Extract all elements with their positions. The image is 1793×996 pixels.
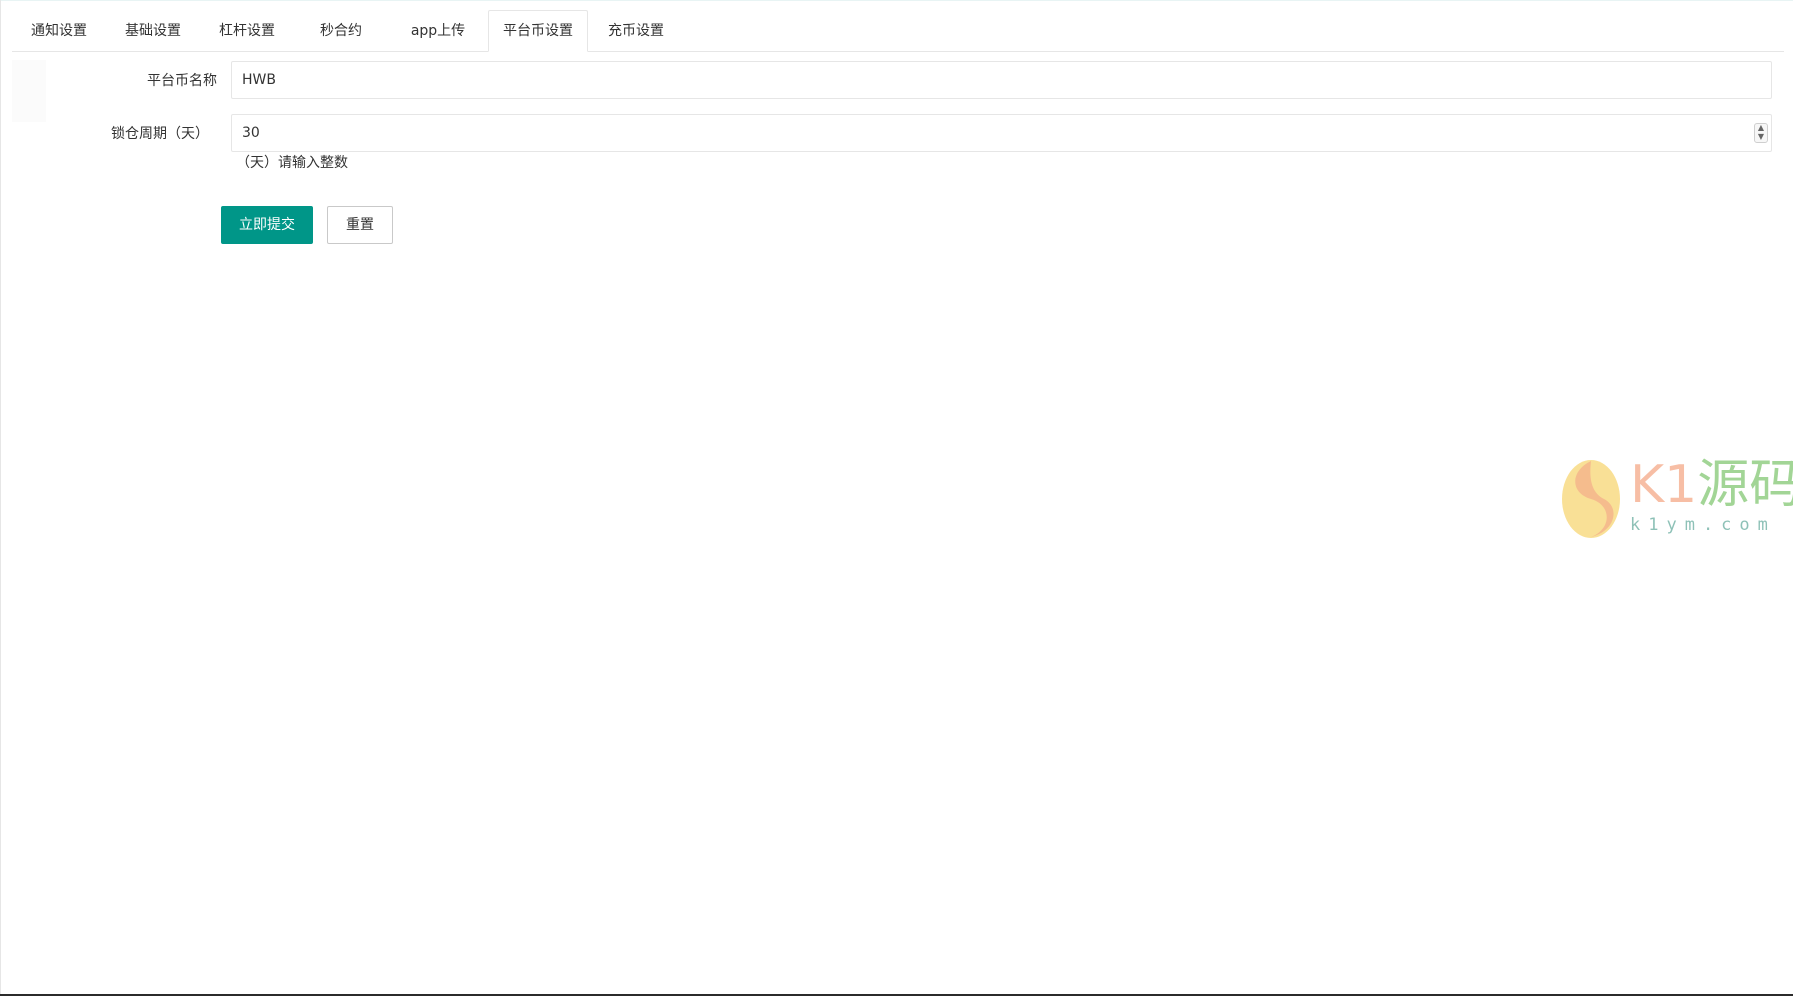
watermark-emblem-icon: [1562, 460, 1620, 538]
tab-leverage-settings[interactable]: 杠杆设置: [200, 11, 294, 51]
submit-button[interactable]: 立即提交: [221, 206, 313, 244]
chevron-down-icon[interactable]: ▼: [1755, 133, 1767, 142]
tab-platform-coin-settings[interactable]: 平台币设置: [488, 10, 588, 52]
coin-name-label: 平台币名称: [147, 73, 217, 89]
lock-period-input[interactable]: 30 ▲ ▼: [231, 114, 1772, 152]
coin-name-input[interactable]: HWB: [231, 61, 1772, 99]
tab-deposit-settings[interactable]: 充币设置: [588, 11, 684, 51]
tab-basic-settings[interactable]: 基础设置: [106, 11, 200, 51]
frame-left-border: [0, 0, 1, 996]
watermark-brand-suffix: 源码: [1697, 455, 1793, 515]
lock-period-hint: （天）请输入整数: [236, 155, 348, 171]
watermark-logo: K1源码 k1ym.com: [1560, 455, 1793, 545]
tab-notification-settings[interactable]: 通知设置: [12, 11, 106, 51]
tab-app-upload[interactable]: app上传: [388, 11, 488, 51]
frame-top-border: [0, 0, 1793, 1]
faint-placeholder-block: [12, 60, 46, 122]
tab-bar: 通知设置 基础设置 杠杆设置 秒合约 app上传 平台币设置 充币设置: [12, 10, 1784, 52]
lock-period-label: 锁仓周期（天）: [111, 126, 209, 142]
number-stepper[interactable]: ▲ ▼: [1754, 123, 1768, 143]
watermark-domain: k1ym.com: [1630, 515, 1776, 535]
reset-button[interactable]: 重置: [327, 206, 393, 244]
watermark-brand: K1源码: [1630, 455, 1793, 515]
lock-period-value: 30: [242, 125, 260, 141]
watermark-brand-prefix: K1: [1630, 455, 1698, 515]
tab-second-contract[interactable]: 秒合约: [294, 11, 388, 51]
